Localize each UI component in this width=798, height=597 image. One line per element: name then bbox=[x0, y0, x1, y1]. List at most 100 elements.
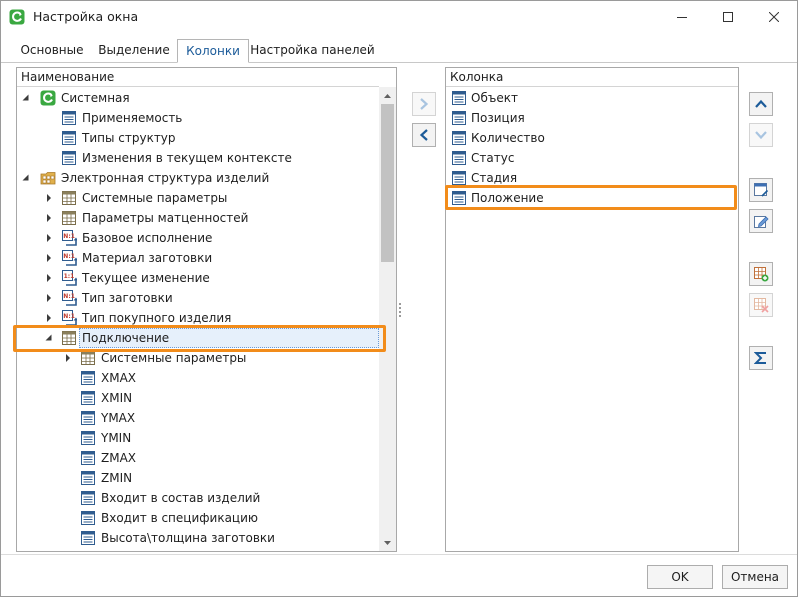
tree-item[interactable]: YMIN bbox=[17, 428, 379, 448]
expand-arrow-icon[interactable] bbox=[44, 268, 54, 288]
tree-item[interactable]: Типы структур bbox=[17, 128, 379, 148]
svg-text:N:1: N:1 bbox=[63, 253, 75, 260]
expand-arrow-icon[interactable] bbox=[44, 228, 54, 248]
document-list-icon bbox=[80, 370, 96, 386]
arrow-down-icon bbox=[755, 131, 767, 140]
maximize-button[interactable] bbox=[705, 1, 751, 33]
tree-item[interactable]: YMAX bbox=[17, 408, 379, 428]
tree-item[interactable]: XMAX bbox=[17, 368, 379, 388]
available-fields-panel: Наименование Системная Применяемость Типы … bbox=[16, 67, 397, 552]
sum-button[interactable] bbox=[749, 346, 773, 370]
cancel-button[interactable]: Отмена bbox=[722, 565, 788, 589]
remove-column-button[interactable] bbox=[412, 123, 436, 147]
expand-arrow-icon[interactable] bbox=[44, 188, 54, 208]
chevron-left-icon bbox=[419, 129, 428, 141]
tab-selection[interactable]: Выделение bbox=[92, 39, 176, 63]
tab-panels-settings[interactable]: Настройка панелей bbox=[250, 39, 375, 63]
tree-item[interactable]: Входит в спецификацию bbox=[17, 508, 379, 528]
tree-item-label: Высота\толщина заготовки bbox=[101, 531, 275, 545]
tree-item-label: YMAX bbox=[101, 411, 136, 425]
scroll-up-icon bbox=[384, 93, 391, 98]
minimize-button[interactable] bbox=[659, 1, 705, 33]
left-panel-scrollbar[interactable] bbox=[379, 87, 396, 551]
svg-text:N:1: N:1 bbox=[63, 293, 75, 300]
tree-item[interactable]: Применяемость bbox=[17, 108, 379, 128]
column-item-label: Позиция bbox=[471, 111, 525, 125]
tree-item[interactable]: Системные параметры bbox=[17, 188, 379, 208]
scroll-down-button[interactable] bbox=[379, 534, 396, 551]
sum-icon bbox=[754, 352, 766, 364]
expand-arrow-icon[interactable] bbox=[44, 248, 54, 268]
tab-columns[interactable]: Колонки bbox=[177, 39, 249, 63]
scroll-up-button[interactable] bbox=[379, 87, 396, 104]
svg-text:N:1: N:1 bbox=[63, 313, 75, 320]
tree-item[interactable]: N:1 Тип заготовки bbox=[17, 288, 379, 308]
tree-item[interactable]: ZMAX bbox=[17, 448, 379, 468]
expand-arrow-icon[interactable] bbox=[44, 208, 54, 228]
column-item[interactable]: Объект bbox=[446, 88, 738, 108]
document-list-icon bbox=[80, 510, 96, 526]
move-up-button[interactable] bbox=[749, 92, 773, 116]
system-logo-icon bbox=[40, 90, 56, 106]
tab-general[interactable]: Основные bbox=[12, 39, 92, 63]
scrollbar-thumb[interactable] bbox=[381, 104, 394, 262]
tree-item[interactable]: 1:1 Текущее изменение bbox=[17, 268, 379, 288]
n1-link-icon: N:1 bbox=[61, 250, 78, 266]
tree-item-label: XMIN bbox=[101, 391, 133, 405]
collapse-arrow-icon[interactable] bbox=[21, 168, 31, 188]
tree-item[interactable]: Параметры матценностей bbox=[17, 208, 379, 228]
tree-item-label: Системная bbox=[61, 91, 130, 105]
move-down-button[interactable] bbox=[749, 123, 773, 147]
ok-button[interactable]: OK bbox=[647, 565, 713, 589]
tree-item-label: Тип заготовки bbox=[82, 291, 173, 305]
tree-item[interactable]: Входит в состав изделий bbox=[17, 488, 379, 508]
tree-item-label: Входит в спецификацию bbox=[101, 511, 258, 525]
tree-item-label: YMIN bbox=[101, 431, 132, 445]
tree-item[interactable]: N:1 Материал заготовки bbox=[17, 248, 379, 268]
tree-item-label: Типы структур bbox=[82, 131, 176, 145]
n1-link-icon: N:1 bbox=[61, 230, 78, 246]
tree-item-label: Текущее изменение bbox=[82, 271, 210, 285]
document-list-icon bbox=[80, 450, 96, 466]
scroll-down-icon bbox=[384, 540, 391, 545]
collapse-arrow-icon[interactable] bbox=[21, 88, 31, 108]
tree-item[interactable]: Изменения в текущем контексте bbox=[17, 148, 379, 168]
column-item[interactable]: Количество bbox=[446, 128, 738, 148]
tree-item-label: Применяемость bbox=[82, 111, 183, 125]
tree-item[interactable]: Высота\толщина заготовки bbox=[17, 528, 379, 548]
tree-item[interactable]: Системная bbox=[17, 88, 379, 108]
rename-column-button[interactable] bbox=[749, 209, 773, 233]
selected-columns-panel: Колонка Объект Позиция Количество Статус Ста… bbox=[445, 67, 739, 552]
tree-item[interactable]: ZMIN bbox=[17, 468, 379, 488]
column-item[interactable]: Статус bbox=[446, 148, 738, 168]
highlight-connection-item bbox=[13, 325, 386, 352]
document-list-icon bbox=[61, 130, 77, 146]
tree-item-label: Параметры матценностей bbox=[82, 211, 249, 225]
expand-arrow-icon[interactable] bbox=[44, 288, 54, 308]
add-column-button[interactable] bbox=[412, 92, 436, 116]
add-table-icon bbox=[754, 267, 769, 282]
add-table-button[interactable] bbox=[749, 262, 773, 286]
tree-item-label: Базовое исполнение bbox=[82, 231, 213, 245]
delete-table-button[interactable] bbox=[749, 293, 773, 317]
settings-dialog: Настройка окна Основные Выделение Колонк… bbox=[0, 0, 798, 597]
tree-item[interactable]: N:1 Базовое исполнение bbox=[17, 228, 379, 248]
svg-text:N:1: N:1 bbox=[63, 233, 75, 240]
document-list-icon bbox=[80, 490, 96, 506]
column-item-label: Объект bbox=[471, 91, 518, 105]
edit-column-button[interactable] bbox=[749, 178, 773, 202]
column-item-label: Статус bbox=[471, 151, 515, 165]
table-grid-icon bbox=[61, 190, 77, 206]
document-list-icon bbox=[451, 170, 467, 186]
document-list-icon bbox=[451, 90, 467, 106]
window-title: Настройка окна bbox=[33, 9, 139, 24]
tree-item-label: Материал заготовки bbox=[82, 251, 213, 265]
document-list-icon bbox=[80, 410, 96, 426]
rename-icon bbox=[754, 216, 769, 228]
tree-item[interactable]: Электронная структура изделий bbox=[17, 168, 379, 188]
close-button[interactable] bbox=[751, 1, 797, 33]
title-bar: Настройка окна bbox=[1, 1, 797, 33]
panel-splitter[interactable] bbox=[399, 301, 402, 319]
column-item[interactable]: Позиция bbox=[446, 108, 738, 128]
tree-item[interactable]: XMIN bbox=[17, 388, 379, 408]
